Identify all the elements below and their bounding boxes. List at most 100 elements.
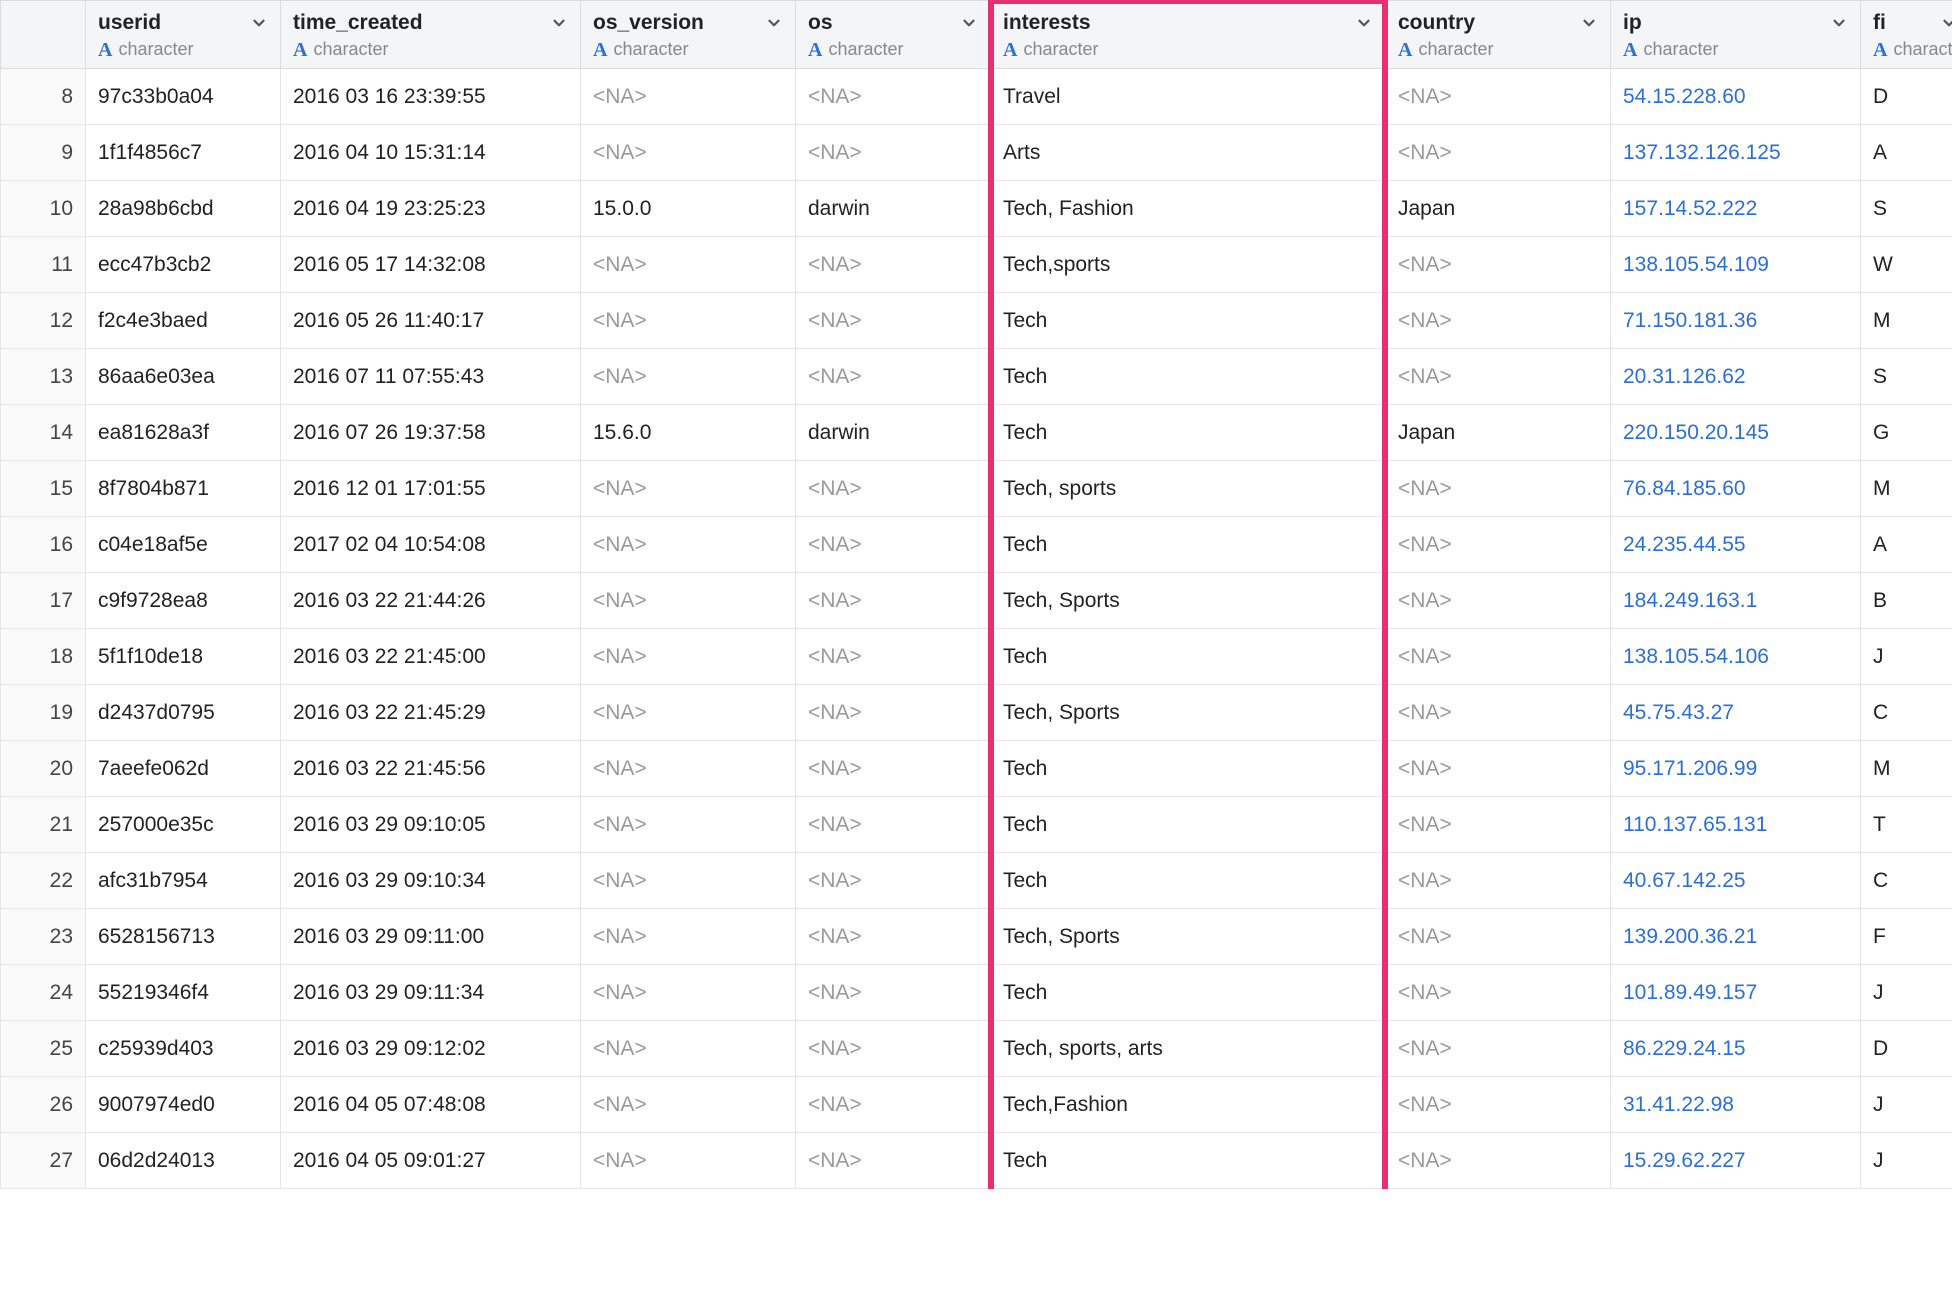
table-row[interactable]: 17c9f9728ea82016 03 22 21:44:26<NA><NA>T… — [1, 573, 1952, 629]
table-row[interactable]: 207aeefe062d2016 03 22 21:45:56<NA><NA>T… — [1, 741, 1952, 797]
cell-fi[interactable]: M — [1861, 741, 1952, 797]
table-row[interactable]: 269007974ed02016 04 05 07:48:08<NA><NA>T… — [1, 1077, 1952, 1133]
table-row[interactable]: 12f2c4e3baed2016 05 26 11:40:17<NA><NA>T… — [1, 293, 1952, 349]
cell-os[interactable]: <NA> — [796, 237, 991, 293]
table-row[interactable]: 2365281567132016 03 29 09:11:00<NA><NA>T… — [1, 909, 1952, 965]
cell-userid[interactable]: 6528156713 — [86, 909, 281, 965]
column-header-country[interactable]: countryAcharacter — [1386, 1, 1611, 69]
cell-os_version[interactable]: <NA> — [581, 69, 796, 125]
cell-time_created[interactable]: 2016 04 19 23:25:23 — [281, 181, 581, 237]
cell-time_created[interactable]: 2016 03 22 21:44:26 — [281, 573, 581, 629]
chevron-down-icon[interactable] — [250, 14, 268, 32]
cell-userid[interactable]: 06d2d24013 — [86, 1133, 281, 1189]
cell-fi[interactable]: D — [1861, 69, 1952, 125]
cell-interests[interactable]: Tech — [991, 1133, 1386, 1189]
cell-time_created[interactable]: 2016 05 26 11:40:17 — [281, 293, 581, 349]
column-header-fi[interactable]: fiAcharacter — [1861, 1, 1952, 69]
cell-country[interactable]: <NA> — [1386, 237, 1611, 293]
cell-os[interactable]: darwin — [796, 181, 991, 237]
table-row[interactable]: 2455219346f42016 03 29 09:11:34<NA><NA>T… — [1, 965, 1952, 1021]
cell-interests[interactable]: Tech, Sports — [991, 685, 1386, 741]
cell-userid[interactable]: 257000e35c — [86, 797, 281, 853]
cell-time_created[interactable]: 2016 12 01 17:01:55 — [281, 461, 581, 517]
cell-fi[interactable]: J — [1861, 1133, 1952, 1189]
column-header-interests[interactable]: interestsAcharacter — [991, 1, 1386, 69]
cell-country[interactable]: <NA> — [1386, 1021, 1611, 1077]
cell-ip[interactable]: 76.84.185.60 — [1611, 461, 1861, 517]
cell-interests[interactable]: Tech, sports, arts — [991, 1021, 1386, 1077]
cell-os_version[interactable]: <NA> — [581, 629, 796, 685]
cell-fi[interactable]: C — [1861, 853, 1952, 909]
cell-ip[interactable]: 40.67.142.25 — [1611, 853, 1861, 909]
cell-country[interactable]: <NA> — [1386, 125, 1611, 181]
cell-os[interactable]: <NA> — [796, 69, 991, 125]
table-row[interactable]: 158f7804b8712016 12 01 17:01:55<NA><NA>T… — [1, 461, 1952, 517]
cell-os_version[interactable]: <NA> — [581, 853, 796, 909]
cell-userid[interactable]: 1f1f4856c7 — [86, 125, 281, 181]
cell-time_created[interactable]: 2016 03 29 09:10:34 — [281, 853, 581, 909]
cell-time_created[interactable]: 2016 03 29 09:10:05 — [281, 797, 581, 853]
cell-fi[interactable]: M — [1861, 293, 1952, 349]
cell-time_created[interactable]: 2016 07 11 07:55:43 — [281, 349, 581, 405]
table-row[interactable]: 21257000e35c2016 03 29 09:10:05<NA><NA>T… — [1, 797, 1952, 853]
cell-ip[interactable]: 24.235.44.55 — [1611, 517, 1861, 573]
cell-os[interactable]: <NA> — [796, 461, 991, 517]
cell-time_created[interactable]: 2016 03 29 09:11:34 — [281, 965, 581, 1021]
cell-interests[interactable]: Tech — [991, 797, 1386, 853]
cell-userid[interactable]: afc31b7954 — [86, 853, 281, 909]
cell-time_created[interactable]: 2016 07 26 19:37:58 — [281, 405, 581, 461]
cell-os[interactable]: <NA> — [796, 573, 991, 629]
cell-userid[interactable]: 8f7804b871 — [86, 461, 281, 517]
cell-fi[interactable]: C — [1861, 685, 1952, 741]
cell-fi[interactable]: F — [1861, 909, 1952, 965]
cell-os[interactable]: <NA> — [796, 741, 991, 797]
column-header-os[interactable]: osAcharacter — [796, 1, 991, 69]
cell-interests[interactable]: Tech,sports — [991, 237, 1386, 293]
cell-os[interactable]: <NA> — [796, 853, 991, 909]
cell-interests[interactable]: Tech,Fashion — [991, 1077, 1386, 1133]
cell-interests[interactable]: Tech, Sports — [991, 573, 1386, 629]
table-row[interactable]: 1028a98b6cbd2016 04 19 23:25:2315.0.0dar… — [1, 181, 1952, 237]
cell-os[interactable]: darwin — [796, 405, 991, 461]
cell-fi[interactable]: D — [1861, 1021, 1952, 1077]
cell-country[interactable]: <NA> — [1386, 629, 1611, 685]
cell-fi[interactable]: S — [1861, 181, 1952, 237]
cell-os[interactable]: <NA> — [796, 1133, 991, 1189]
cell-country[interactable]: <NA> — [1386, 741, 1611, 797]
table-row[interactable]: 91f1f4856c72016 04 10 15:31:14<NA><NA>Ar… — [1, 125, 1952, 181]
cell-country[interactable]: <NA> — [1386, 293, 1611, 349]
cell-userid[interactable]: ecc47b3cb2 — [86, 237, 281, 293]
cell-userid[interactable]: 97c33b0a04 — [86, 69, 281, 125]
cell-interests[interactable]: Tech — [991, 965, 1386, 1021]
cell-country[interactable]: <NA> — [1386, 69, 1611, 125]
chevron-down-icon[interactable] — [1940, 14, 1952, 32]
cell-userid[interactable]: 9007974ed0 — [86, 1077, 281, 1133]
cell-userid[interactable]: 28a98b6cbd — [86, 181, 281, 237]
cell-ip[interactable]: 157.14.52.222 — [1611, 181, 1861, 237]
cell-userid[interactable]: 55219346f4 — [86, 965, 281, 1021]
column-header-userid[interactable]: useridAcharacter — [86, 1, 281, 69]
cell-interests[interactable]: Tech — [991, 741, 1386, 797]
cell-os_version[interactable]: <NA> — [581, 517, 796, 573]
cell-userid[interactable]: d2437d0795 — [86, 685, 281, 741]
cell-fi[interactable]: G — [1861, 405, 1952, 461]
table-row[interactable]: 16c04e18af5e2017 02 04 10:54:08<NA><NA>T… — [1, 517, 1952, 573]
cell-fi[interactable]: A — [1861, 517, 1952, 573]
cell-os_version[interactable]: <NA> — [581, 237, 796, 293]
cell-os[interactable]: <NA> — [796, 1021, 991, 1077]
cell-userid[interactable]: 86aa6e03ea — [86, 349, 281, 405]
cell-ip[interactable]: 95.171.206.99 — [1611, 741, 1861, 797]
cell-ip[interactable]: 71.150.181.36 — [1611, 293, 1861, 349]
cell-os_version[interactable]: <NA> — [581, 461, 796, 517]
cell-os[interactable]: <NA> — [796, 293, 991, 349]
cell-ip[interactable]: 20.31.126.62 — [1611, 349, 1861, 405]
chevron-down-icon[interactable] — [1830, 14, 1848, 32]
cell-time_created[interactable]: 2017 02 04 10:54:08 — [281, 517, 581, 573]
chevron-down-icon[interactable] — [550, 14, 568, 32]
cell-os_version[interactable]: <NA> — [581, 965, 796, 1021]
cell-ip[interactable]: 86.229.24.15 — [1611, 1021, 1861, 1077]
cell-time_created[interactable]: 2016 04 05 07:48:08 — [281, 1077, 581, 1133]
cell-userid[interactable]: ea81628a3f — [86, 405, 281, 461]
cell-fi[interactable]: J — [1861, 629, 1952, 685]
cell-os_version[interactable]: <NA> — [581, 741, 796, 797]
